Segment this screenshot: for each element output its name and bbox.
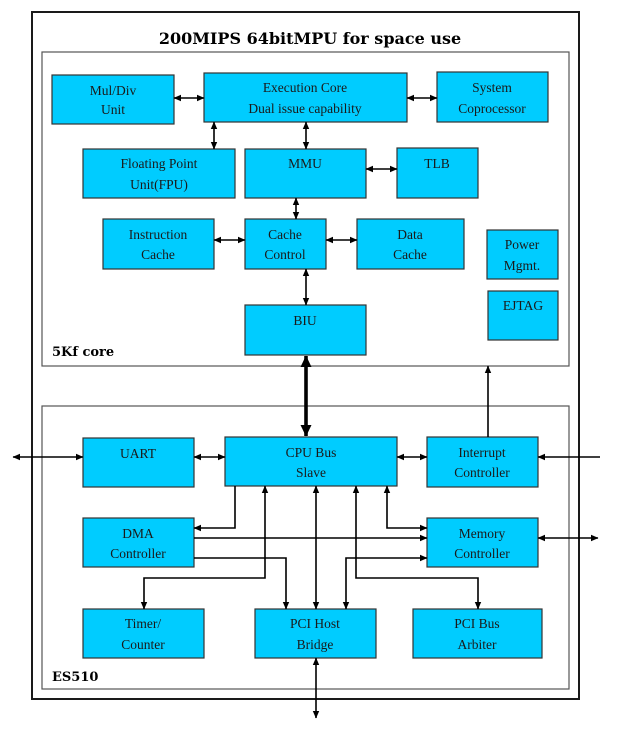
svg-text:UART: UART [120, 446, 157, 461]
link-pci-host-memory [342, 554, 428, 610]
svg-text:DMA: DMA [122, 526, 154, 541]
block-dma-controller: DMA Controller [82, 517, 195, 568]
svg-text:MMU: MMU [288, 156, 322, 171]
svg-text:Bridge: Bridge [297, 637, 334, 652]
block-fpu: Floating Point Unit(FPU) [82, 148, 236, 199]
svg-text:Execution Core: Execution Core [263, 80, 347, 95]
svg-text:BIU: BIU [293, 313, 317, 328]
block-pci-host-bridge: PCI Host Bridge [254, 608, 377, 659]
block-interrupt-controller: Interrupt Controller [426, 436, 539, 488]
svg-text:Counter: Counter [121, 637, 165, 652]
svg-text:Power: Power [505, 237, 540, 252]
svg-text:Floating Point: Floating Point [121, 156, 198, 171]
block-mul-div-unit: Mul/Div Unit [51, 74, 175, 125]
block-system-coprocessor: System Coprocessor [436, 71, 549, 123]
block-diagram: 200MIPS 64bitMPU for space use 5Kf core … [12, 11, 600, 719]
svg-text:Mgmt.: Mgmt. [504, 258, 540, 273]
diagram-title: 200MIPS 64bitMPU for space use [159, 29, 461, 48]
svg-text:Controller: Controller [110, 546, 166, 561]
svg-text:Timer/: Timer/ [125, 616, 162, 631]
block-power-mgmt: Power Mgmt. [486, 229, 559, 280]
svg-text:System: System [472, 80, 512, 95]
svg-text:EJTAG: EJTAG [503, 298, 543, 313]
svg-text:Dual issue capability: Dual issue capability [248, 101, 361, 116]
svg-text:Arbiter: Arbiter [458, 637, 497, 652]
soc-region-label: ES510 [52, 670, 98, 685]
core-region-label: 5Kf core [52, 345, 114, 360]
svg-text:Controller: Controller [454, 546, 510, 561]
svg-text:Controller: Controller [454, 465, 510, 480]
svg-text:Unit(FPU): Unit(FPU) [130, 177, 188, 192]
svg-text:CPU Bus: CPU Bus [286, 445, 337, 460]
block-execution-core: Execution Core Dual issue capability [203, 72, 408, 123]
svg-text:Interrupt: Interrupt [458, 445, 505, 460]
block-pci-bus-arbiter: PCI Bus Arbiter [412, 608, 543, 659]
svg-text:Cache: Cache [268, 227, 302, 242]
svg-text:Control: Control [264, 247, 306, 262]
svg-text:TLB: TLB [424, 156, 450, 171]
link-cpu-bus-to-dma [193, 486, 236, 532]
svg-text:Memory: Memory [459, 526, 506, 541]
block-timer-counter: Timer/ Counter [82, 608, 205, 659]
svg-text:Slave: Slave [296, 465, 326, 480]
svg-text:Cache: Cache [141, 247, 175, 262]
block-memory-controller: Memory Controller [426, 517, 539, 568]
svg-text:Instruction: Instruction [129, 227, 188, 242]
svg-text:Unit: Unit [101, 102, 125, 117]
block-cpu-bus-slave: CPU Bus Slave [224, 436, 398, 487]
svg-text:Mul/Div: Mul/Div [90, 83, 137, 98]
svg-text:Cache: Cache [393, 247, 427, 262]
svg-text:PCI Bus: PCI Bus [454, 616, 499, 631]
block-cache-control: Cache Control [244, 218, 327, 270]
block-tlb: TLB [396, 147, 479, 199]
link-dma-to-pci-host [194, 557, 290, 610]
svg-text:PCI Host: PCI Host [290, 616, 340, 631]
link-cpu-bus-memory [383, 485, 428, 532]
block-ejtag: EJTAG [487, 290, 559, 341]
svg-text:Coprocessor: Coprocessor [458, 101, 526, 116]
block-instruction-cache: Instruction Cache [102, 218, 215, 270]
svg-text:Data: Data [397, 227, 422, 242]
block-biu: BIU [244, 304, 367, 356]
block-mmu: MMU [244, 148, 367, 199]
block-uart: UART [82, 437, 195, 488]
block-data-cache: Data Cache [356, 218, 465, 270]
